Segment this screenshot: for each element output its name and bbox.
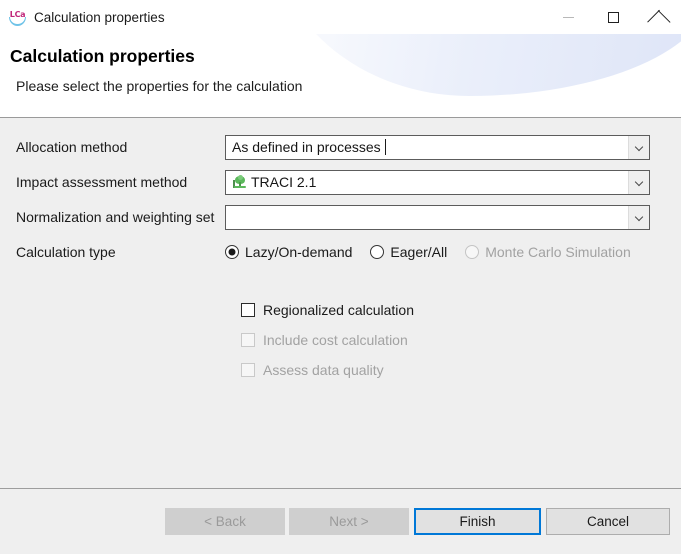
allocation-method-combo[interactable]: As defined in processes xyxy=(225,135,650,160)
radio-monte-carlo-simulation: Monte Carlo Simulation xyxy=(465,244,631,260)
radio-eager-all[interactable]: Eager/All xyxy=(370,244,447,260)
footer-separator xyxy=(0,488,681,489)
calculation-properties-dialog: LCa Calculation properties Calculation p… xyxy=(0,0,681,554)
window-title: Calculation properties xyxy=(34,9,165,26)
allocation-method-dropdown-button[interactable] xyxy=(628,136,649,159)
maximize-button[interactable] xyxy=(591,0,636,34)
checkbox-include-cost-calculation: Include cost calculation xyxy=(241,330,408,350)
checkbox-indicator xyxy=(241,333,255,347)
titlebar-left-group: LCa Calculation properties xyxy=(0,9,165,26)
page-title: Calculation properties xyxy=(10,46,195,67)
label-allocation-method: Allocation method xyxy=(0,139,225,155)
maximize-icon xyxy=(608,12,619,23)
impact-assessment-method-dropdown-button[interactable] xyxy=(628,171,649,194)
close-button[interactable] xyxy=(636,0,681,34)
cancel-button[interactable]: Cancel xyxy=(546,508,670,535)
window-controls xyxy=(546,0,681,34)
normalization-weighting-set-combo[interactable] xyxy=(225,205,650,230)
row-calculation-type: Calculation type Lazy/On-demand Eager/Al… xyxy=(0,239,681,265)
radio-indicator xyxy=(370,245,384,259)
close-icon xyxy=(652,11,665,24)
radio-label: Lazy/On-demand xyxy=(245,244,352,260)
label-impact-assessment-method: Impact assessment method xyxy=(0,174,225,190)
back-button[interactable]: < Back xyxy=(165,508,285,535)
label-calculation-type: Calculation type xyxy=(0,244,225,260)
tree-icon xyxy=(232,175,247,190)
impact-assessment-method-value-wrap: TRACI 2.1 xyxy=(226,174,628,190)
finish-button[interactable]: Finish xyxy=(414,508,541,535)
checkbox-label: Include cost calculation xyxy=(263,332,408,348)
radio-lazy-on-demand[interactable]: Lazy/On-demand xyxy=(225,244,352,260)
radio-indicator xyxy=(465,245,479,259)
header-decoration-swoosh xyxy=(271,34,681,96)
normalization-weighting-set-dropdown-button[interactable] xyxy=(628,206,649,229)
radio-indicator xyxy=(225,245,239,259)
checkbox-regionalized-calculation[interactable]: Regionalized calculation xyxy=(241,300,414,320)
chevron-down-icon xyxy=(636,179,643,186)
calculation-type-radio-group: Lazy/On-demand Eager/All Monte Carlo Sim… xyxy=(225,244,649,260)
dialog-header: Calculation properties Please select the… xyxy=(0,34,681,118)
label-normalization-weighting-set: Normalization and weighting set xyxy=(0,209,225,225)
page-subtitle: Please select the properties for the cal… xyxy=(16,78,302,94)
openlca-logo-icon: LCa xyxy=(9,9,26,26)
chevron-down-icon xyxy=(636,144,643,151)
checkbox-label: Assess data quality xyxy=(263,362,384,378)
window-titlebar: LCa Calculation properties xyxy=(0,0,681,34)
checkbox-label: Regionalized calculation xyxy=(263,302,414,318)
allocation-method-value: As defined in processes xyxy=(232,139,381,155)
row-allocation-method: Allocation method As defined in processe… xyxy=(0,134,681,160)
checkbox-indicator xyxy=(241,303,255,317)
radio-label: Eager/All xyxy=(390,244,447,260)
row-impact-assessment-method: Impact assessment method TRACI 2.1 xyxy=(0,169,681,195)
text-caret xyxy=(385,139,386,155)
row-normalization-weighting-set: Normalization and weighting set xyxy=(0,204,681,230)
checkbox-assess-data-quality: Assess data quality xyxy=(241,360,384,380)
impact-assessment-method-value: TRACI 2.1 xyxy=(251,174,316,190)
impact-assessment-method-combo[interactable]: TRACI 2.1 xyxy=(225,170,650,195)
allocation-method-value-wrap: As defined in processes xyxy=(226,139,628,155)
chevron-down-icon xyxy=(636,214,643,221)
checkbox-indicator xyxy=(241,363,255,377)
minimize-button[interactable] xyxy=(546,0,591,34)
radio-label: Monte Carlo Simulation xyxy=(485,244,631,260)
next-button[interactable]: Next > xyxy=(289,508,409,535)
minimize-icon xyxy=(563,17,574,18)
